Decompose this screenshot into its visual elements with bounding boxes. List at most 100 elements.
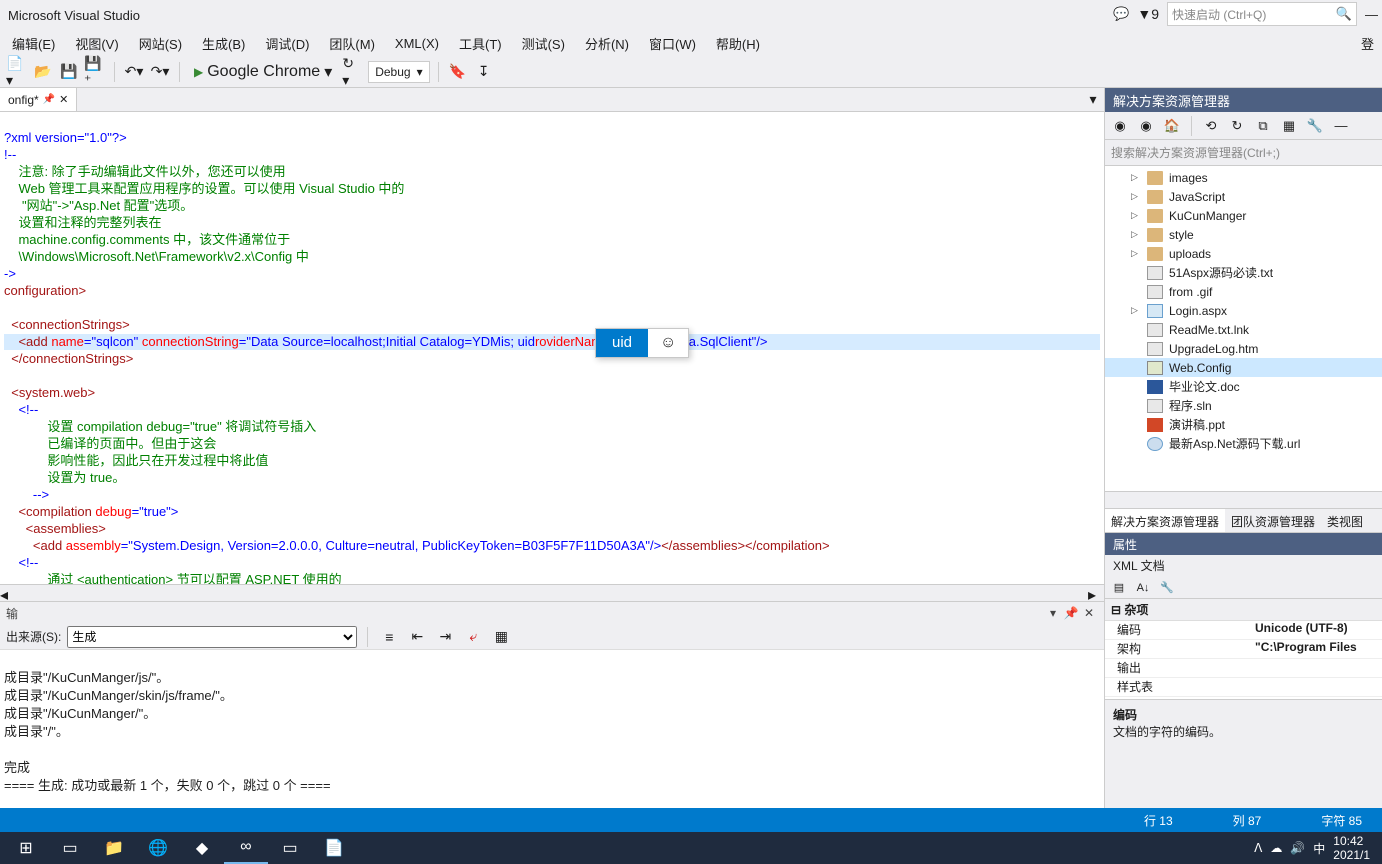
menu-edit[interactable]: 编辑(E) [4, 32, 63, 55]
tree-item[interactable]: 最新Asp.Net源码下载.url [1105, 434, 1382, 453]
se-preview-icon[interactable]: 🔧 [1304, 115, 1326, 137]
solution-explorer-search[interactable]: 搜索解决方案资源管理器(Ctrl+;) [1105, 140, 1382, 166]
tree-item[interactable]: Web.Config [1105, 358, 1382, 377]
tree-item[interactable]: UpgradeLog.htm [1105, 339, 1382, 358]
props-wrench-icon[interactable]: 🔧 [1157, 579, 1177, 597]
property-row[interactable]: 样式表 [1105, 678, 1382, 697]
save-all-icon[interactable]: 💾⁺ [84, 61, 106, 83]
close-tab-icon[interactable]: ✕ [59, 93, 68, 106]
menu-login[interactable]: 登 [1361, 34, 1378, 53]
undo-icon[interactable]: ↶▾ [123, 61, 145, 83]
solution-explorer-tree[interactable]: ▷images▷JavaScript▷KuCunManger▷style▷upl… [1105, 166, 1382, 491]
output-goto-icon[interactable]: ▦ [490, 626, 512, 648]
tree-item[interactable]: ▷uploads [1105, 244, 1382, 263]
tree-item[interactable]: ▷style [1105, 225, 1382, 244]
tree-item[interactable]: ▷images [1105, 168, 1382, 187]
tray-ime[interactable]: 中 [1313, 840, 1325, 857]
property-row[interactable]: 编码Unicode (UTF-8) [1105, 621, 1382, 640]
output-pin-icon[interactable]: 📌 [1062, 606, 1080, 620]
misc-icon[interactable]: ↧ [473, 61, 495, 83]
se-sync-icon[interactable]: ⟲ [1200, 115, 1222, 137]
tab-class-view[interactable]: 类视图 [1321, 509, 1369, 532]
save-icon[interactable]: 💾 [58, 61, 80, 83]
menu-help[interactable]: 帮助(H) [708, 32, 768, 55]
feedback-icon[interactable]: 💬 [1113, 6, 1129, 22]
tree-item[interactable]: 程序.sln [1105, 396, 1382, 415]
se-home-icon[interactable]: 🏠 [1161, 115, 1183, 137]
output-source-select[interactable]: 生成 [67, 626, 357, 648]
tree-item[interactable]: ▷JavaScript [1105, 187, 1382, 206]
property-row[interactable]: 架构"C:\Program Files [1105, 640, 1382, 659]
tab-dropdown-icon[interactable]: ▾ [1082, 88, 1104, 110]
tray-date[interactable]: 2021/1 [1333, 848, 1370, 862]
property-row[interactable]: 输出 [1105, 659, 1382, 678]
editor-horizontal-scrollbar[interactable]: ◂▸ [0, 584, 1104, 601]
props-cat-icon[interactable]: ▤ [1109, 579, 1129, 597]
taskbar-start-icon[interactable]: ⊞ [4, 832, 48, 864]
menu-test[interactable]: 测试(S) [514, 32, 573, 55]
tray-volume-icon[interactable]: 🔊 [1290, 841, 1305, 855]
redo-icon[interactable]: ↷▾ [149, 61, 171, 83]
output-dropdown-icon[interactable]: ▾ [1044, 606, 1062, 620]
se-showall-icon[interactable]: ▦ [1278, 115, 1300, 137]
minimize-icon[interactable]: — [1365, 7, 1378, 22]
code-editor[interactable]: ?xml version="1.0"?> !-- 注意: 除了手动编辑此文件以外… [0, 112, 1104, 584]
refresh-icon[interactable]: ↻ ▾ [342, 61, 364, 83]
output-outdent-icon[interactable]: ⇥ [434, 626, 456, 648]
notification-flag[interactable]: ▼9 [1137, 6, 1159, 22]
menu-debug[interactable]: 调试(D) [257, 32, 317, 55]
properties-grid[interactable]: ⊟ 杂项 编码Unicode (UTF-8)架构"C:\Program File… [1105, 599, 1382, 699]
system-tray[interactable]: ᐱ ☁ 🔊 中 10:422021/1 [1246, 834, 1378, 862]
taskbar-vs-icon[interactable]: ∞ [224, 832, 268, 864]
menu-analyze[interactable]: 分析(N) [577, 32, 637, 55]
output-clear-icon[interactable]: ≡ [378, 626, 400, 648]
taskbar-app1-icon[interactable]: ◆ [180, 832, 224, 864]
run-button[interactable]: ▶Google Chrome ▾ [188, 61, 338, 83]
se-collapse-icon[interactable]: ⧉ [1252, 115, 1274, 137]
open-item-icon[interactable]: 📂 [32, 61, 54, 83]
se-horizontal-scrollbar[interactable] [1105, 491, 1382, 508]
tree-item[interactable]: 毕业论文.doc [1105, 377, 1382, 396]
menu-window[interactable]: 窗口(W) [641, 32, 704, 55]
intellisense-smile-icon[interactable]: ☺ [648, 329, 688, 357]
se-fwd-icon[interactable]: ◉ [1135, 115, 1157, 137]
output-text[interactable]: 成目录"/KuCunManger/js/"。 成目录"/KuCunManger/… [0, 650, 1104, 832]
taskbar-app2-icon[interactable]: ▭ [268, 832, 312, 864]
output-indent-icon[interactable]: ⇤ [406, 626, 428, 648]
props-az-icon[interactable]: A↓ [1133, 579, 1153, 597]
taskbar-app3-icon[interactable]: 📄 [312, 832, 356, 864]
tray-time[interactable]: 10:42 [1333, 834, 1363, 848]
taskbar-explorer-icon[interactable]: 📁 [92, 832, 136, 864]
tray-cloud-icon[interactable]: ☁ [1270, 841, 1282, 855]
menu-website[interactable]: 网站(S) [131, 32, 190, 55]
new-item-icon[interactable]: 📄▾ [6, 61, 28, 83]
pin-icon[interactable]: 📌 [43, 94, 55, 105]
menu-view[interactable]: 视图(V) [67, 32, 126, 55]
menu-xml[interactable]: XML(X) [387, 34, 447, 53]
tree-item[interactable]: 51Aspx源码必读.txt [1105, 263, 1382, 282]
tab-team-explorer[interactable]: 团队资源管理器 [1225, 509, 1321, 532]
quick-launch-input[interactable]: 快速启动 (Ctrl+Q) 🔍 [1167, 2, 1357, 26]
intellisense-item[interactable]: uid [596, 329, 648, 357]
menu-team[interactable]: 团队(M) [321, 32, 383, 55]
taskbar-edge-icon[interactable]: 🌐 [136, 832, 180, 864]
tree-item[interactable]: from .gif [1105, 282, 1382, 301]
tree-item[interactable]: ReadMe.txt.lnk [1105, 320, 1382, 339]
se-back-icon[interactable]: ◉ [1109, 115, 1131, 137]
se-more-icon[interactable]: — [1330, 115, 1352, 137]
tree-item[interactable]: ▷Login.aspx [1105, 301, 1382, 320]
taskbar-taskview-icon[interactable]: ▭ [48, 832, 92, 864]
menu-tools[interactable]: 工具(T) [451, 32, 510, 55]
output-wrap-icon[interactable]: ⤶ [462, 626, 484, 648]
config-dropdown[interactable]: Debug▾ [368, 61, 429, 83]
tree-item[interactable]: ▷KuCunManger [1105, 206, 1382, 225]
find-icon[interactable]: 🔖 [447, 61, 469, 83]
output-close-icon[interactable]: ✕ [1080, 606, 1098, 620]
menu-build[interactable]: 生成(B) [194, 32, 253, 55]
properties-category[interactable]: ⊟ 杂项 [1105, 599, 1382, 621]
se-refresh-icon[interactable]: ↻ [1226, 115, 1248, 137]
tab-solution-explorer[interactable]: 解决方案资源管理器 [1105, 509, 1225, 532]
intellisense-popup[interactable]: uid ☺ [595, 328, 689, 358]
tab-web-config[interactable]: onfig* 📌 ✕ [0, 88, 77, 111]
tree-item[interactable]: 演讲稿.ppt [1105, 415, 1382, 434]
